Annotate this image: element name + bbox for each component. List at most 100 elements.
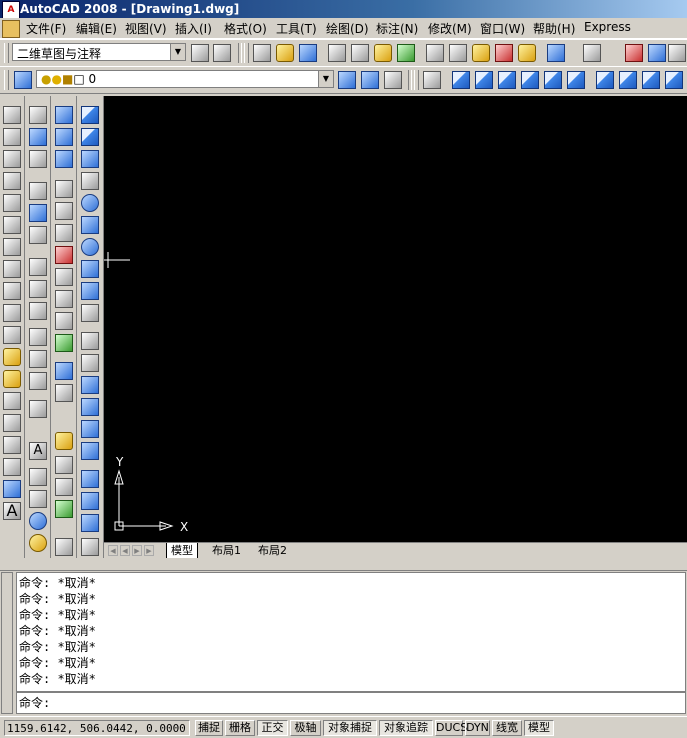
rotate-faces-icon[interactable] [55,268,73,286]
delete-faces-icon[interactable] [55,246,73,264]
polysolid-icon[interactable] [81,106,99,124]
publish-icon[interactable] [374,44,392,62]
ordinate-dim-icon[interactable] [29,182,47,200]
menu-edit[interactable]: 编辑(E) [76,20,117,37]
named-views-icon[interactable] [423,71,441,89]
workspace-dropdown[interactable]: 二维草图与注释 ▼ [12,43,186,61]
rectangle-icon[interactable] [3,194,21,212]
aligned-dim-icon[interactable] [29,128,47,146]
bottom-view-icon[interactable] [475,71,493,89]
save-icon[interactable] [299,44,317,62]
menu-file[interactable]: 文件(F) [26,20,66,37]
tab-next-icon[interactable]: ▶ [132,545,142,556]
menu-express[interactable]: Express [584,20,631,34]
sweep-icon[interactable] [81,376,99,394]
color-edges-icon[interactable] [55,384,73,402]
cylinder-icon[interactable] [81,216,99,234]
tab-prev-icon[interactable]: ◀ [120,545,130,556]
command-window-grip[interactable] [1,572,13,714]
helix-icon[interactable] [81,282,99,300]
se-iso-view-icon[interactable] [619,71,637,89]
angular-dim-icon[interactable] [29,258,47,276]
move-faces-icon[interactable] [55,202,73,220]
chevron-down-icon[interactable]: ▼ [318,71,333,87]
tab-layout2[interactable]: 布局2 [254,543,291,558]
circle-icon[interactable] [3,238,21,256]
osnap-toggle[interactable]: 对象捕捉 [323,720,377,736]
polyline-icon[interactable] [3,150,21,168]
chevron-down-icon[interactable]: ▼ [170,44,185,60]
wedge-solid-icon[interactable] [81,150,99,168]
menu-format[interactable]: 格式(O) [224,20,267,37]
revision-cloud-icon[interactable] [3,260,21,278]
torus-icon[interactable] [81,238,99,256]
front-view-icon[interactable] [544,71,562,89]
toolbar-grip[interactable] [414,70,419,90]
center-mark-icon[interactable] [29,400,47,418]
grid-toggle[interactable]: 栅格 [225,720,255,736]
ortho-toggle[interactable]: 正交 [257,720,288,736]
layer-states-icon[interactable] [384,71,402,89]
menu-insert[interactable]: 插入(I) [175,20,212,37]
otrack-toggle[interactable]: 对象追踪 [379,720,433,736]
cut-icon[interactable] [426,44,444,62]
dim-style-icon[interactable]: A [29,442,47,460]
document-icon[interactable] [2,20,20,38]
redo-icon[interactable] [583,44,601,62]
tolerance-icon[interactable] [29,372,47,390]
dyn-toggle[interactable]: DYN [465,720,490,736]
render-icon[interactable] [29,534,47,552]
match-properties-icon[interactable] [495,44,513,62]
model-space-toggle[interactable]: 模型 [524,720,554,736]
union-icon[interactable] [55,106,73,124]
copy-faces-icon[interactable] [55,312,73,330]
ellipse-icon[interactable] [3,304,21,322]
menu-help[interactable]: 帮助(H) [533,20,575,37]
point-icon[interactable] [3,392,21,410]
copy-edges-icon[interactable] [55,362,73,380]
left-view-icon[interactable] [498,71,516,89]
line-icon[interactable] [3,106,21,124]
extrude-faces-icon[interactable] [55,180,73,198]
spline-icon[interactable] [3,282,21,300]
revolve-icon[interactable] [81,398,99,416]
layer-dropdown[interactable]: ●●■□ 0 ▼ [36,70,334,88]
new-file-icon[interactable] [253,44,271,62]
gradient-icon[interactable] [3,436,21,454]
tab-layout1[interactable]: 布局1 [208,543,245,558]
layer-previous-icon[interactable] [361,71,379,89]
pan-icon[interactable] [625,44,643,62]
polar-toggle[interactable]: 极轴 [290,720,321,736]
autocad-app-icon[interactable]: A [2,1,20,19]
insert-block-icon[interactable] [3,348,21,366]
top-view-icon[interactable] [452,71,470,89]
planar-surface-icon[interactable] [81,304,99,322]
tab-first-icon[interactable]: ◀ [108,545,118,556]
radius-dim-icon[interactable] [29,204,47,222]
toolbar-grip[interactable] [4,43,9,63]
intersect-solid-icon[interactable] [81,492,99,510]
open-folder-icon[interactable] [276,44,294,62]
subtract-solid-icon[interactable] [81,470,99,488]
table-icon[interactable] [3,480,21,498]
menu-draw[interactable]: 绘图(D) [326,20,369,37]
3d-rotate-icon[interactable] [81,538,99,556]
shell-icon[interactable] [55,500,73,518]
menu-window[interactable]: 窗口(W) [480,20,525,37]
print-preview-icon[interactable] [351,44,369,62]
paste-icon[interactable] [472,44,490,62]
ne-iso-view-icon[interactable] [642,71,660,89]
menu-modify[interactable]: 修改(M) [428,20,472,37]
intersect-icon[interactable] [55,150,73,168]
taper-faces-icon[interactable] [55,290,73,308]
3d-dwf-icon[interactable] [397,44,415,62]
tab-last-icon[interactable]: ▶ [144,545,154,556]
diameter-dim-icon[interactable] [29,226,47,244]
coordinate-readout[interactable]: 1159.6142, 506.0442, 0.0000 [4,720,190,736]
make-layer-current-icon[interactable] [338,71,356,89]
linear-dim-icon[interactable] [29,106,47,124]
check-icon[interactable] [55,538,73,556]
nw-iso-view-icon[interactable] [665,71,683,89]
splitter[interactable] [0,558,687,571]
back-view-icon[interactable] [567,71,585,89]
